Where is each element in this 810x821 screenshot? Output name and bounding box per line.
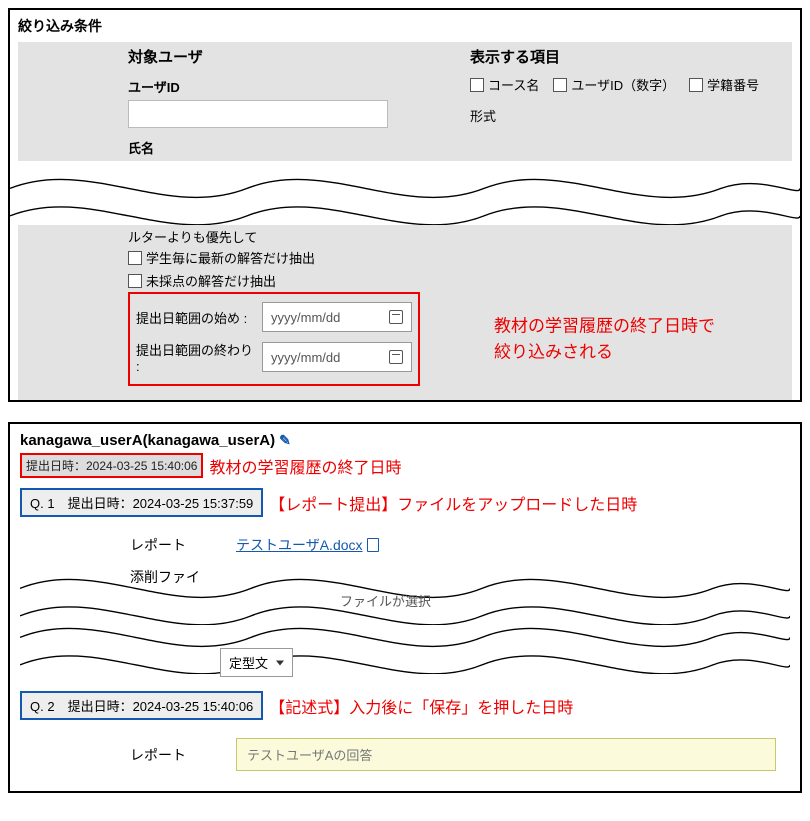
template-select[interactable]: 定型文 xyxy=(220,648,293,677)
display-cols-col: 表示する項目 コース名 ユーザID（数字） 学籍番号 形式 xyxy=(470,46,792,161)
filter-form-box-lower: ルターよりも優先して 学生毎に最新の解答だけ抽出 未採点の解答だけ抽出 提出日範… xyxy=(18,225,792,400)
date-end-label: 提出日範囲の終わり : xyxy=(136,340,254,374)
date-end-input[interactable]: yyyy/mm/dd xyxy=(262,342,412,372)
calendar-icon xyxy=(389,310,403,324)
file-link-text: テストユーザA.docx xyxy=(236,535,363,555)
col-stuno-label: 学籍番号 xyxy=(707,75,759,94)
panel-title: 絞り込み条件 xyxy=(10,10,800,42)
user-id-input[interactable] xyxy=(128,100,388,128)
report-label: レポート xyxy=(130,535,186,555)
correction-file-label: 添削ファイ xyxy=(130,567,200,587)
submit-ts-head: 提出日時：2024-03-25 15:40:06 xyxy=(22,455,201,476)
date-start-input[interactable]: yyyy/mm/dd xyxy=(262,302,412,332)
annotation-date-range: 教材の学習履歴の終了日時で 絞り込みされる xyxy=(494,314,715,365)
edit-icon[interactable]: ✎ xyxy=(279,432,291,449)
annotation-date-range-l1: 教材の学習履歴の終了日時で xyxy=(494,314,715,340)
filter-form-box: 対象ユーザ ユーザID 氏名 表示する項目 コース名 ユーザID（数字） 学籍番… xyxy=(18,42,792,161)
display-cols-label: 表示する項目 xyxy=(470,46,792,73)
annotation-q2: 【記述式】入力後に「保存」を押した日時 xyxy=(269,694,573,718)
q2-bluebox: Q. 2 提出日時：2024-03-25 15:40:06 xyxy=(20,691,263,720)
answer-textarea[interactable]: テストユーザAの回答 xyxy=(236,738,776,771)
chk-latest-label: 学生毎に最新の解答だけ抽出 xyxy=(146,248,315,267)
filter-priority-fragment: ルターよりも優先して xyxy=(128,227,792,246)
annotation-q1: 【レポート提出】ファイルをアップロードした日時 xyxy=(269,491,637,515)
date-end-placeholder: yyyy/mm/dd xyxy=(271,350,340,365)
wave-cut-icon xyxy=(10,161,800,225)
target-user-col: 対象ユーザ ユーザID 氏名 xyxy=(128,46,450,161)
annotation-date-range-l2: 絞り込みされる xyxy=(494,339,715,365)
name-label: 氏名 xyxy=(128,134,450,161)
filter-conditions-panel: 絞り込み条件 対象ユーザ ユーザID 氏名 表示する項目 コース名 ユーザID（… xyxy=(8,8,802,402)
file-link[interactable]: テストユーザA.docx xyxy=(236,535,379,555)
target-user-label: 対象ユーザ xyxy=(128,46,450,73)
checkbox-latest[interactable] xyxy=(128,251,142,265)
chk-ungraded-label: 未採点の解答だけ抽出 xyxy=(146,271,276,290)
file-selected-fragment: ファイルが選択 xyxy=(340,594,431,609)
calendar-icon xyxy=(389,350,403,364)
q1-bluebox: Q. 1 提出日時：2024-03-25 15:37:59 xyxy=(20,488,263,517)
col-userid-label: ユーザID（数字） xyxy=(571,75,675,94)
date-start-placeholder: yyyy/mm/dd xyxy=(271,310,340,325)
checkbox-ungraded[interactable] xyxy=(128,274,142,288)
checkbox-stuno[interactable] xyxy=(689,78,703,92)
user-header: kanagawa_userA(kanagawa_userA) ✎ xyxy=(20,432,790,449)
submission-detail-panel: kanagawa_userA(kanagawa_userA) ✎ 提出日時：20… xyxy=(8,422,802,793)
document-icon xyxy=(367,538,379,552)
answer-placeholder: テストユーザAの回答 xyxy=(247,748,372,763)
date-range-redbox: 提出日範囲の始め : yyyy/mm/dd 提出日範囲の終わり : yyyy/m… xyxy=(128,292,420,386)
format-fragment: 形式 xyxy=(470,106,792,125)
user-id-label: ユーザID xyxy=(128,73,450,100)
col-course-label: コース名 xyxy=(488,75,539,94)
template-select-label: 定型文 xyxy=(229,653,268,672)
annotation-end-time: 教材の学習履歴の終了日時 xyxy=(209,454,401,478)
date-start-label: 提出日範囲の始め : xyxy=(136,308,254,327)
checkbox-course[interactable] xyxy=(470,78,484,92)
user-display-name: kanagawa_userA(kanagawa_userA) xyxy=(20,432,275,449)
submit-ts-redbox: 提出日時：2024-03-25 15:40:06 xyxy=(20,453,203,478)
checkbox-userid[interactable] xyxy=(553,78,567,92)
